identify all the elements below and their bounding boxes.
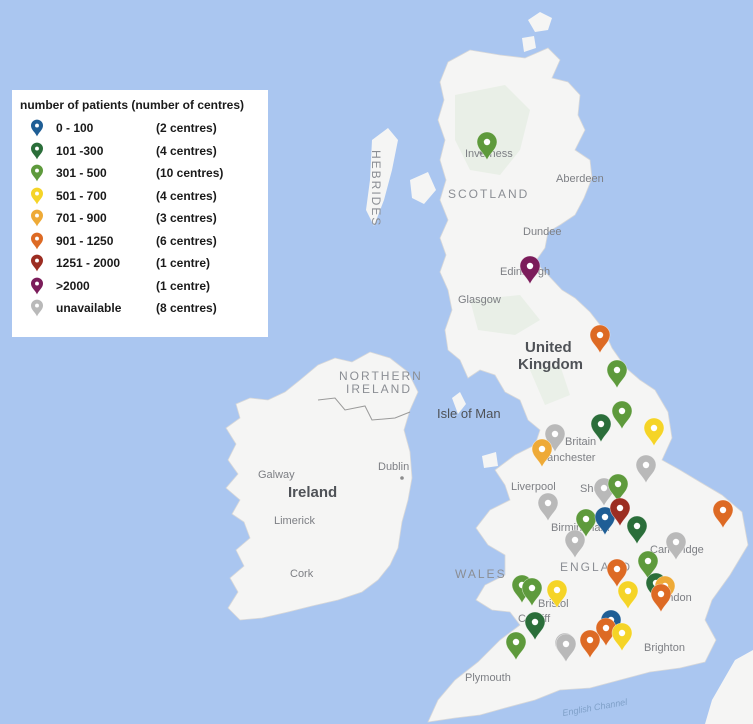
map-pin-icon: [31, 299, 43, 317]
legend-count-label: (4 centres): [156, 188, 217, 203]
cork-label: Cork: [290, 568, 314, 580]
legend-item: unavailable (8 centres): [20, 297, 260, 320]
aberdeen-label: Aberdeen: [556, 173, 604, 185]
legend-item: >2000 (1 centre): [20, 275, 260, 298]
legend-count-label: (1 centre): [156, 278, 211, 293]
legend-title: number of patients (number of centres): [20, 98, 245, 112]
map-pin-icon: [31, 209, 43, 227]
map-pin-icon: [31, 277, 43, 295]
legend-range-label: 901 - 1250: [56, 233, 114, 248]
legend-item: 1251 - 2000 (1 centre): [20, 252, 260, 275]
legend-count-label: (8 centres): [156, 301, 217, 316]
plymouth-label: Plymouth: [465, 672, 511, 684]
map-pin-icon: [31, 164, 43, 182]
legend-range-label: unavailable: [56, 301, 122, 316]
britain-label: Britain: [565, 436, 596, 448]
legend-range-label: 101 -300: [56, 143, 104, 158]
northern-ireland-label-2: IRELAND: [346, 382, 412, 396]
ireland-label: Ireland: [288, 484, 337, 501]
scotland-label: SCOTLAND: [448, 187, 529, 201]
dublin-label: Dublin: [378, 461, 409, 473]
map-pin-icon: [31, 119, 43, 137]
liverpool-label: Liverpool: [511, 481, 556, 493]
legend-range-label: 1251 - 2000: [56, 256, 121, 271]
map-pin-icon: [31, 142, 43, 160]
legend-item: 101 -300 (4 centres): [20, 140, 260, 163]
legend-count-label: (2 centres): [156, 121, 217, 136]
legend-panel: number of patients (number of centres) 0…: [12, 90, 268, 337]
legend-range-label: >2000: [56, 278, 90, 293]
legend-range-label: 501 - 700: [56, 188, 107, 203]
legend-count-label: (4 centres): [156, 143, 217, 158]
legend-item: 501 - 700 (4 centres): [20, 185, 260, 208]
wales-label: WALES: [455, 567, 507, 581]
legend-count-label: (10 centres): [156, 166, 224, 181]
map-pin-icon: [31, 254, 43, 272]
legend-item: 0 - 100 (2 centres): [20, 117, 260, 140]
dublin-dot: [400, 476, 404, 480]
northern-ireland-label-1: NORTHERN: [339, 369, 423, 383]
brighton-label: Brighton: [644, 642, 685, 654]
legend-range-label: 701 - 900: [56, 211, 107, 226]
legend-count-label: (6 centres): [156, 233, 217, 248]
map-pin-icon: [31, 187, 43, 205]
united-kingdom-label-1: United: [525, 339, 572, 356]
legend-list: 0 - 100 (2 centres) 101 -300 (4 centres) 301…: [20, 117, 260, 320]
hebrides-label: HEBRIDES: [369, 150, 383, 227]
dundee-label: Dundee: [523, 226, 562, 238]
legend-item: 301 - 500 (10 centres): [20, 162, 260, 185]
legend-range-label: 301 - 500: [56, 166, 107, 181]
legend-range-label: 0 - 100: [56, 121, 94, 136]
united-kingdom-label-2: Kingdom: [518, 356, 583, 373]
glasgow-label: Glasgow: [458, 294, 501, 306]
limerick-label: Limerick: [274, 515, 315, 527]
legend-item: 901 - 1250 (6 centres): [20, 230, 260, 253]
map-pin-icon: [31, 232, 43, 250]
legend-count-label: (1 centre): [156, 256, 211, 271]
isle-of-man-label: Isle of Man: [437, 406, 501, 421]
legend-item: 701 - 900 (3 centres): [20, 207, 260, 230]
galway-label: Galway: [258, 469, 295, 481]
legend-count-label: (3 centres): [156, 211, 217, 226]
